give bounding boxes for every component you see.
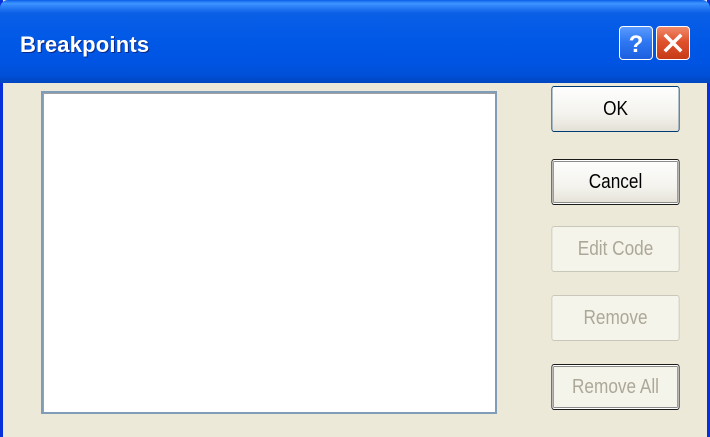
cancel-button[interactable]: Cancel — [551, 159, 680, 205]
title-bar[interactable]: Breakpoints ? — [0, 0, 710, 83]
breakpoint-list[interactable] — [41, 91, 497, 414]
help-button[interactable]: ? — [619, 26, 653, 60]
cancel-button-label: Cancel — [588, 171, 643, 193]
svg-text:?: ? — [629, 31, 644, 58]
close-icon — [663, 33, 683, 53]
remove-all-button[interactable]: Remove All — [551, 364, 680, 410]
remove-button-label: Remove — [583, 307, 648, 329]
close-button[interactable] — [656, 26, 690, 60]
remove-button[interactable]: Remove — [551, 295, 680, 341]
help-icon: ? — [629, 31, 644, 58]
window-title: Breakpoints — [20, 32, 150, 57]
ok-button[interactable]: OK — [551, 86, 680, 132]
breakpoints-dialog: Breakpoints ? OK Cancel Edit Code Remove… — [0, 0, 710, 437]
remove-all-button-label: Remove All — [572, 376, 659, 398]
edit-code-button-label: Edit Code — [577, 238, 654, 260]
edit-code-button[interactable]: Edit Code — [551, 226, 680, 272]
ok-button-label: OK — [603, 98, 628, 120]
